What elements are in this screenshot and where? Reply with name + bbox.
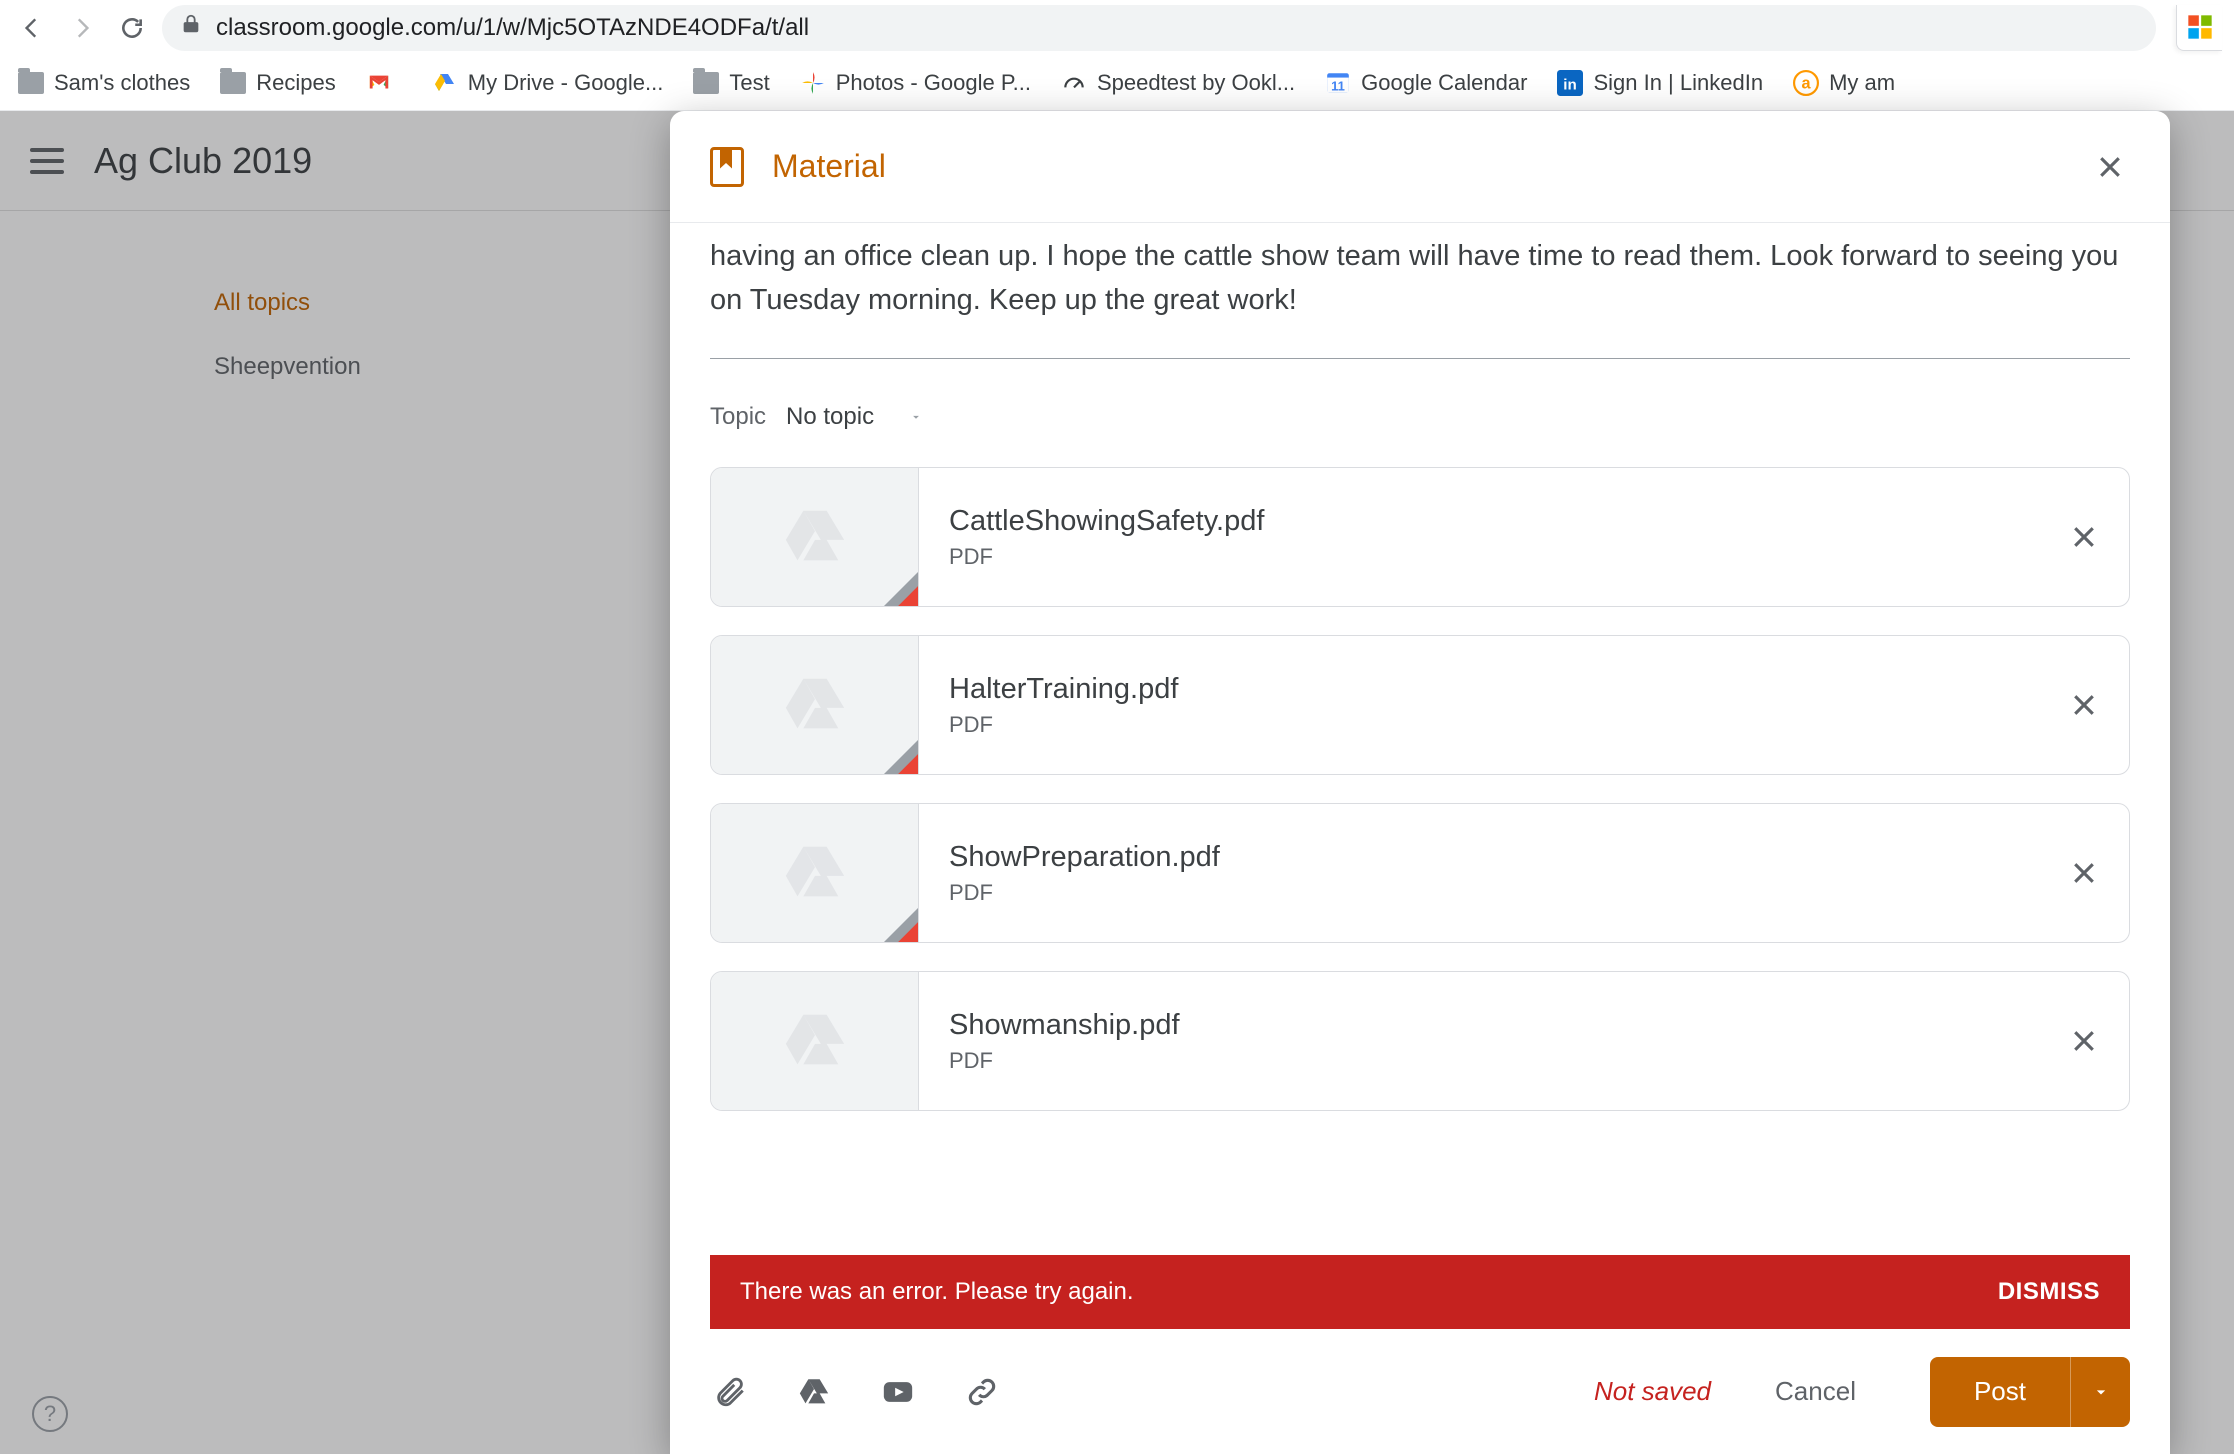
bookmark-label: Sam's clothes bbox=[54, 70, 190, 96]
attachment-name[interactable]: Showmanship.pdf bbox=[949, 1009, 2009, 1042]
bookmark-item[interactable]: a My am bbox=[1793, 70, 1895, 96]
bookmarks-bar: Sam's clothes Recipes My Drive - Google.… bbox=[0, 55, 2234, 111]
attachment-type: PDF bbox=[949, 880, 2009, 906]
attach-drive-button[interactable] bbox=[794, 1372, 834, 1412]
bookmark-item[interactable]: 11 Google Calendar bbox=[1325, 70, 1527, 96]
modal-title: Material bbox=[772, 148, 886, 185]
drive-icon bbox=[775, 838, 855, 908]
bookmark-item[interactable]: Photos - Google P... bbox=[800, 70, 1031, 96]
drive-badge-icon bbox=[884, 572, 918, 606]
modal-header: Material bbox=[670, 111, 2170, 223]
attachment-item: CattleShowingSafety.pdf PDF bbox=[710, 467, 2130, 607]
forward-button[interactable] bbox=[62, 8, 102, 48]
gauge-icon bbox=[1061, 70, 1087, 96]
error-banner: There was an error. Please try again. DI… bbox=[710, 1255, 2130, 1329]
bookmark-item[interactable]: Speedtest by Ookl... bbox=[1061, 70, 1295, 96]
dismiss-button[interactable]: DISMISS bbox=[1998, 1278, 2100, 1306]
material-modal: Material having an office clean up. I ho… bbox=[670, 111, 2170, 1454]
save-status: Not saved bbox=[1594, 1376, 1711, 1407]
remove-attachment-button[interactable] bbox=[2039, 972, 2129, 1110]
post-button[interactable]: Post bbox=[1930, 1357, 2070, 1427]
modal-footer: Not saved Cancel Post bbox=[670, 1329, 2170, 1454]
chevron-down-icon bbox=[906, 403, 926, 431]
drive-icon bbox=[432, 70, 458, 96]
drive-icon bbox=[775, 502, 855, 572]
description-field[interactable]: having an office clean up. I hope the ca… bbox=[710, 223, 2130, 359]
bookmark-label: Google Calendar bbox=[1361, 70, 1527, 96]
reload-button[interactable] bbox=[112, 8, 152, 48]
attachment-type: PDF bbox=[949, 1048, 2009, 1074]
linkedin-icon: in bbox=[1557, 70, 1583, 96]
bookmark-item[interactable]: Test bbox=[693, 70, 769, 96]
material-icon bbox=[710, 147, 744, 187]
gmail-icon bbox=[366, 70, 392, 96]
error-text: There was an error. Please try again. bbox=[740, 1278, 1134, 1306]
bookmark-label: Recipes bbox=[256, 70, 335, 96]
bookmark-item[interactable]: My Drive - Google... bbox=[432, 70, 664, 96]
svg-text:11: 11 bbox=[1331, 78, 1345, 93]
bookmark-label: Photos - Google P... bbox=[836, 70, 1031, 96]
bookmark-item[interactable]: Recipes bbox=[220, 70, 335, 96]
attachment-name[interactable]: HalterTraining.pdf bbox=[949, 673, 2009, 706]
drive-badge-icon bbox=[884, 740, 918, 774]
bookmark-item[interactable] bbox=[366, 70, 402, 96]
attach-youtube-button[interactable] bbox=[878, 1372, 918, 1412]
attach-link-button[interactable] bbox=[962, 1372, 1002, 1412]
drive-icon bbox=[775, 670, 855, 740]
attach-file-button[interactable] bbox=[710, 1372, 750, 1412]
attachment-thumbnail[interactable] bbox=[711, 972, 919, 1110]
browser-toolbar: classroom.google.com/u/1/w/Mjc5OTAzNDE4O… bbox=[0, 0, 2234, 55]
remove-attachment-button[interactable] bbox=[2039, 804, 2129, 942]
remove-attachment-button[interactable] bbox=[2039, 636, 2129, 774]
url-text: classroom.google.com/u/1/w/Mjc5OTAzNDE4O… bbox=[216, 14, 809, 42]
svg-text:a: a bbox=[1802, 74, 1812, 92]
bookmark-label: Speedtest by Ookl... bbox=[1097, 70, 1295, 96]
topic-value: No topic bbox=[786, 403, 874, 431]
cancel-button[interactable]: Cancel bbox=[1775, 1376, 1856, 1407]
topic-selector[interactable]: Topic No topic bbox=[710, 403, 2130, 431]
bookmark-item[interactable]: Sam's clothes bbox=[18, 70, 190, 96]
photos-icon bbox=[800, 70, 826, 96]
amazon-icon: a bbox=[1793, 70, 1819, 96]
attachment-thumbnail[interactable] bbox=[711, 804, 919, 942]
folder-icon bbox=[693, 72, 719, 94]
windows-extension-icon[interactable] bbox=[2176, 5, 2222, 51]
attachment-list: CattleShowingSafety.pdf PDF HalterTraini… bbox=[710, 467, 2130, 1111]
svg-text:in: in bbox=[1564, 76, 1577, 93]
bookmark-item[interactable]: in Sign In | LinkedIn bbox=[1557, 70, 1763, 96]
attachment-item: HalterTraining.pdf PDF bbox=[710, 635, 2130, 775]
attachment-thumbnail[interactable] bbox=[711, 468, 919, 606]
folder-icon bbox=[220, 72, 246, 94]
modal-body: having an office clean up. I hope the ca… bbox=[670, 223, 2170, 1329]
address-bar[interactable]: classroom.google.com/u/1/w/Mjc5OTAzNDE4O… bbox=[162, 5, 2156, 51]
bookmark-label: Sign In | LinkedIn bbox=[1593, 70, 1763, 96]
bookmark-label: My Drive - Google... bbox=[468, 70, 664, 96]
drive-badge-icon bbox=[884, 908, 918, 942]
folder-icon bbox=[18, 72, 44, 94]
attachment-item: Showmanship.pdf PDF bbox=[710, 971, 2130, 1111]
remove-attachment-button[interactable] bbox=[2039, 468, 2129, 606]
lock-icon bbox=[180, 13, 202, 42]
bookmark-label: Test bbox=[729, 70, 769, 96]
attachment-thumbnail[interactable] bbox=[711, 636, 919, 774]
attachment-name[interactable]: CattleShowingSafety.pdf bbox=[949, 505, 2009, 538]
drive-icon bbox=[775, 1006, 855, 1076]
attachment-name[interactable]: ShowPreparation.pdf bbox=[949, 841, 2009, 874]
bookmark-label: My am bbox=[1829, 70, 1895, 96]
topic-label: Topic bbox=[710, 403, 766, 431]
attachment-type: PDF bbox=[949, 712, 2009, 738]
post-dropdown[interactable] bbox=[2070, 1357, 2130, 1427]
attachment-type: PDF bbox=[949, 544, 2009, 570]
back-button[interactable] bbox=[12, 8, 52, 48]
close-button[interactable] bbox=[2090, 147, 2130, 187]
attachment-item: ShowPreparation.pdf PDF bbox=[710, 803, 2130, 943]
calendar-icon: 11 bbox=[1325, 70, 1351, 96]
